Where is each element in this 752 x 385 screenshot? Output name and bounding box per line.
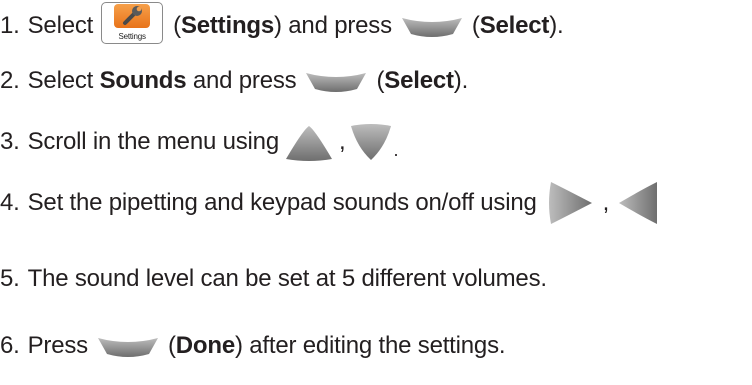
step-number: 6.: [0, 332, 20, 359]
step-number: 2.: [0, 67, 20, 94]
step-text: The sound level can be set at 5 differen…: [27, 265, 547, 292]
step-text: Press: [27, 332, 89, 359]
step-bold-label: Select: [479, 12, 550, 39]
step-3: 3. Scroll in the menu using , .: [0, 119, 398, 165]
step-number: 1.: [0, 12, 20, 39]
left-arrow-key-icon: [619, 182, 658, 224]
step-text: Set the pipetting and keypad sounds on/o…: [27, 189, 537, 216]
settings-wrench-icon: [114, 4, 151, 28]
step-4: 4. Set the pipetting and keypad sounds o…: [0, 180, 658, 226]
step-text: Select: [27, 67, 94, 94]
settings-button-icon: Settings: [101, 2, 164, 44]
select-key-icon: [97, 338, 158, 357]
step-text: Select: [27, 12, 94, 39]
step-text: and press: [288, 12, 392, 39]
step-bold-label: Settings: [180, 12, 275, 39]
right-arrow-key-icon: [548, 182, 592, 224]
down-arrow-key-icon: [351, 124, 392, 160]
settings-icon-label: Settings: [118, 32, 146, 41]
step-bold-label: Done: [175, 332, 235, 359]
step-5: 5. The sound level can be set at 5 diffe…: [0, 256, 547, 302]
step-6: 6. Press (Done) after editing the settin…: [0, 332, 506, 359]
select-key-icon: [401, 18, 462, 37]
step-1: 1. Select Settings (Settings) and press …: [0, 2, 564, 49]
step-text: and press: [192, 67, 297, 94]
select-key-icon: [306, 73, 367, 92]
step-number: 3.: [0, 128, 20, 155]
step-2: 2. Select Sounds and press (Select).: [0, 67, 469, 94]
step-text: Scroll in the menu using: [27, 128, 280, 155]
step-bold-label: Select: [384, 67, 454, 94]
up-arrow-key-icon: [285, 126, 332, 161]
step-text: after editing the settings.: [249, 332, 506, 359]
step-number: 5.: [0, 265, 20, 292]
step-bold-label: Sounds: [99, 67, 187, 94]
step-number: 4.: [0, 189, 20, 216]
